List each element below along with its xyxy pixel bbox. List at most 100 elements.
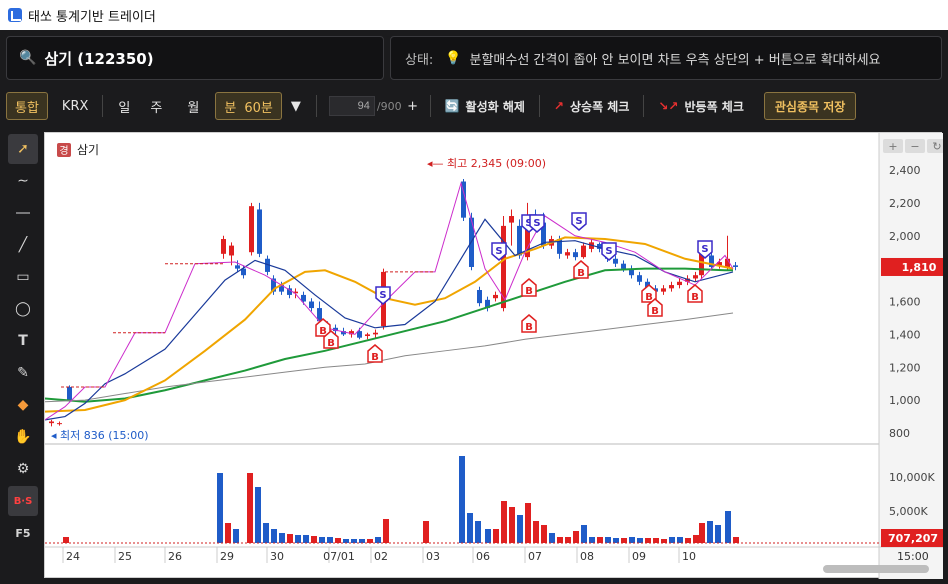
volume-bar xyxy=(677,537,683,543)
volume-bar xyxy=(509,507,515,543)
candle-body xyxy=(229,245,234,256)
horizontal-scrollbar xyxy=(823,565,929,573)
tab-month[interactable]: 월 xyxy=(173,92,213,120)
hand-icon[interactable]: ✋ xyxy=(8,422,38,452)
status-label: 상태: xyxy=(405,52,434,68)
candle-body xyxy=(49,421,54,424)
rebound-check-label: 반등폭 체크 xyxy=(684,99,744,114)
minute-dropdown-icon[interactable]: ▼ xyxy=(282,92,310,120)
candle-count-input[interactable] xyxy=(328,96,375,116)
volume-bar xyxy=(327,537,333,543)
save-favorite-button[interactable]: 관심종목 저장 xyxy=(763,92,857,120)
time-tick-label: 08 xyxy=(580,550,594,563)
volume-bar xyxy=(423,521,429,543)
time-tick-label: 25 xyxy=(118,550,132,563)
candle-body xyxy=(637,275,642,282)
tab-week[interactable]: 주 xyxy=(139,92,173,120)
chart-toolbar: 통합 KRX 일 주 월 분 60분 ▼ /900 + 🔄 활성화 해제 ↗ 상… xyxy=(6,88,942,124)
price-tick-label: 2,000 xyxy=(889,230,921,243)
current-volume-label: 707,207 xyxy=(888,532,938,545)
line-icon[interactable]: ╱ xyxy=(8,230,38,260)
time-tick-label: 30 xyxy=(270,550,284,563)
volume-bar xyxy=(685,538,691,543)
price-chart[interactable]: +−↻2,4002,2002,0001,8001,6001,4001,2001,… xyxy=(44,132,943,579)
ellipse-icon[interactable]: ◯ xyxy=(8,294,38,324)
volume-bar xyxy=(621,538,627,543)
volume-bar xyxy=(319,537,325,543)
volume-bar xyxy=(517,515,523,543)
volume-bar xyxy=(263,523,269,543)
time-tick-label: 15:00 xyxy=(897,550,929,563)
volume-bar xyxy=(597,537,603,543)
curve-icon[interactable]: ∼ xyxy=(8,166,38,196)
brush-icon[interactable]: ✎ xyxy=(8,358,38,388)
f5-button[interactable]: F5 xyxy=(8,518,38,548)
stock-search-input[interactable]: 🔍 삼기 (122350) xyxy=(6,36,384,80)
rise-arrow-icon: ↗ xyxy=(553,99,564,113)
chart-canvas[interactable]: +−↻2,4002,2002,0001,8001,6001,4001,2001,… xyxy=(45,133,943,579)
bs-icon[interactable]: B·S xyxy=(8,486,38,516)
deactivate-button[interactable]: 🔄 활성화 해제 xyxy=(437,92,533,120)
candle-body xyxy=(257,209,262,254)
tab-krx[interactable]: KRX xyxy=(54,92,96,120)
rebound-check-button[interactable]: ↘↗ 반등폭 체크 xyxy=(650,92,752,120)
trade-marker-label: B xyxy=(525,322,533,333)
candle-body xyxy=(373,332,378,335)
volume-bar xyxy=(629,537,635,543)
candle-body xyxy=(477,289,482,304)
candle-count-max: /900 xyxy=(376,99,402,113)
ma-line-orange xyxy=(45,236,734,413)
volume-bar xyxy=(715,525,721,543)
volume-bar xyxy=(271,529,277,543)
divider xyxy=(102,95,104,117)
candle-body xyxy=(733,265,738,267)
volume-bar xyxy=(287,534,293,543)
volume-bar xyxy=(693,535,699,543)
volume-bar xyxy=(335,538,341,543)
trade-marker-label: S xyxy=(605,246,612,257)
volume-bar xyxy=(733,537,739,543)
candle-body xyxy=(493,294,498,299)
price-tick-label: 1,200 xyxy=(889,361,921,374)
volume-bar xyxy=(279,533,285,543)
volume-bar xyxy=(549,533,555,543)
candle-body xyxy=(501,225,506,309)
trade-marker-label: B xyxy=(525,286,533,297)
volume-bar xyxy=(525,503,531,543)
rect-icon[interactable]: ▭ xyxy=(8,262,38,292)
eraser-icon[interactable]: ◆ xyxy=(8,390,38,420)
volume-bar xyxy=(383,519,389,543)
price-tick-label: 1,600 xyxy=(889,296,921,309)
rise-check-label: 상승폭 체크 xyxy=(569,99,630,114)
tab-minute[interactable]: 분 60분 xyxy=(215,92,282,120)
volume-bar xyxy=(541,525,547,543)
cursor-icon[interactable]: ➚ xyxy=(8,134,38,164)
volume-bar xyxy=(63,537,69,543)
candle-body xyxy=(621,263,626,269)
candle-body xyxy=(573,252,578,258)
volume-bar xyxy=(501,501,507,543)
tab-combined[interactable]: 통합 xyxy=(6,92,48,120)
lightbulb-icon: 💡 xyxy=(445,50,462,66)
price-tick-label: 1,000 xyxy=(889,394,921,407)
volume-bar xyxy=(653,538,659,543)
tab-day[interactable]: 일 xyxy=(109,92,139,120)
candle-count-plus-button[interactable]: + xyxy=(402,92,424,120)
volume-bar xyxy=(217,473,223,543)
price-tick-label: 2,200 xyxy=(889,197,921,210)
text-icon[interactable]: T xyxy=(8,326,38,356)
rise-check-button[interactable]: ↗ 상승폭 체크 xyxy=(546,92,637,120)
trade-marker-label: S xyxy=(379,290,386,301)
candle-body xyxy=(693,275,698,279)
trade-marker-label: B xyxy=(651,306,659,317)
volume-bar xyxy=(725,511,731,543)
hline-icon[interactable]: ― xyxy=(8,198,38,228)
trade-marker-label: B xyxy=(691,292,699,303)
zoom-glyph: − xyxy=(910,140,919,153)
rebound-arrow-icon: ↘↗ xyxy=(658,99,679,113)
time-tick-label: 03 xyxy=(426,550,440,563)
legend-name: 삼기 xyxy=(77,143,99,157)
volume-bar xyxy=(375,537,381,543)
candle-body xyxy=(581,245,586,258)
settings-icon[interactable]: ⚙ xyxy=(8,454,38,484)
